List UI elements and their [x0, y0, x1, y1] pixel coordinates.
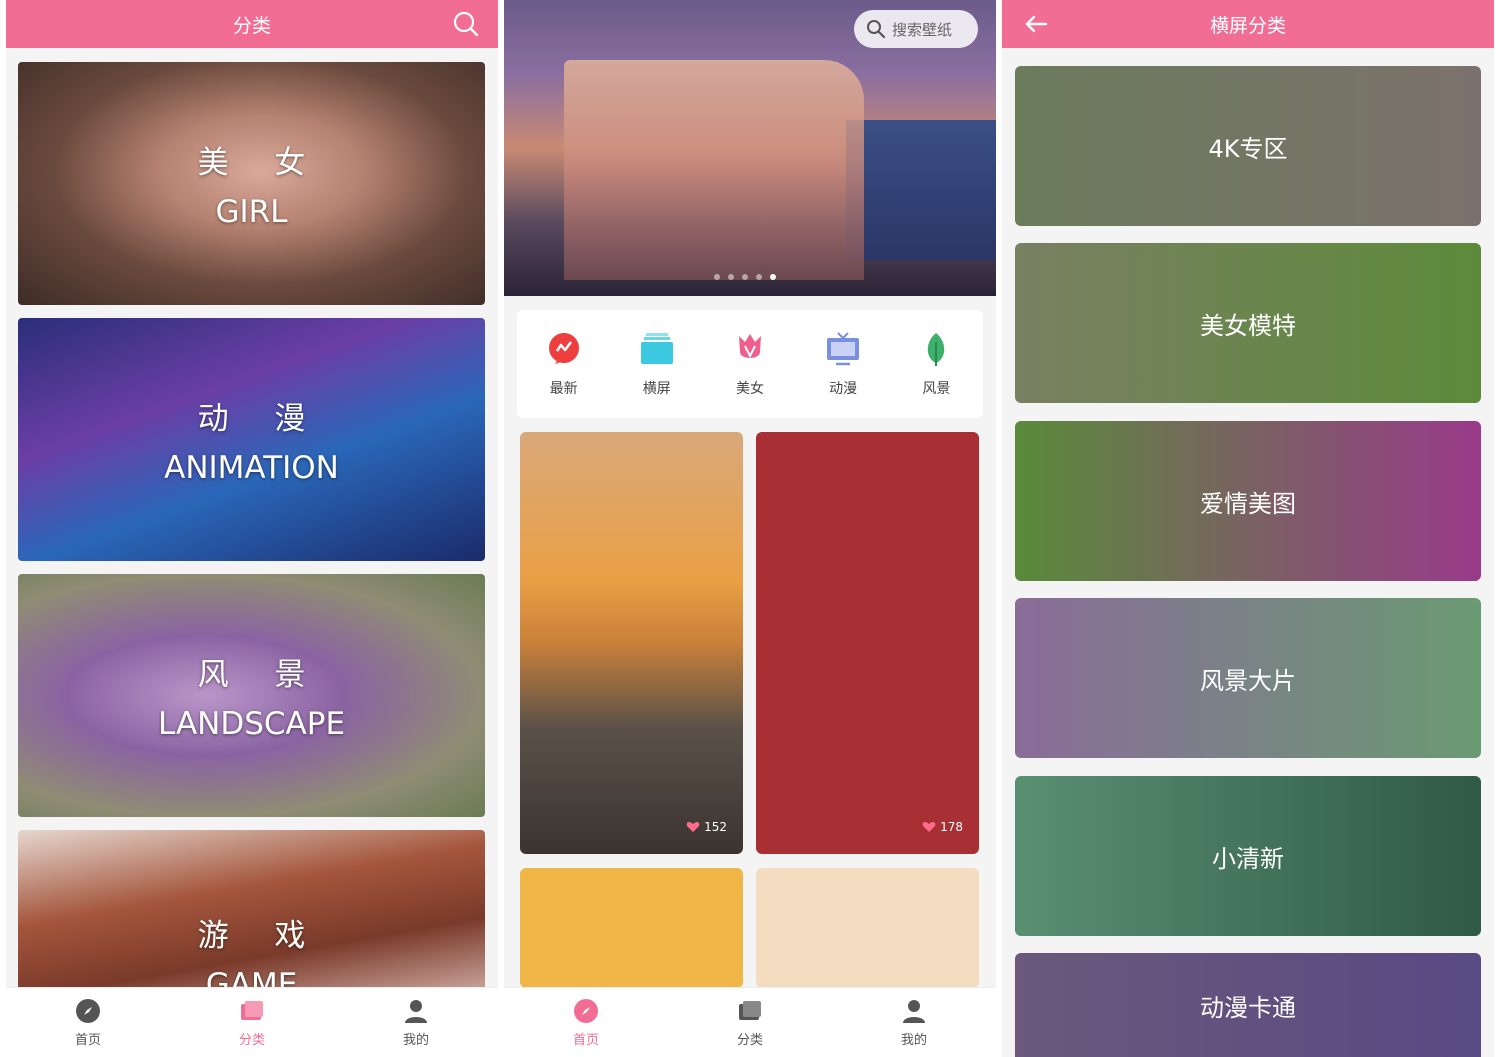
wallpaper-tile-yellow[interactable] [520, 868, 743, 988]
category-cn-label: 美 女 [197, 145, 324, 181]
landscape-category-card[interactable]: 风景大片 [1015, 598, 1481, 758]
search-icon[interactable] [452, 10, 480, 38]
top-bar: 分类 [6, 0, 498, 48]
category-label: 美女模特 [1200, 311, 1296, 340]
wallpaper-tile-newyear[interactable]: 178 [756, 432, 979, 854]
search-label: 搜索壁纸 [892, 20, 953, 39]
category-en-label: ANIMATION [164, 450, 339, 486]
nav-home[interactable]: 首页 [546, 997, 626, 1048]
carousel-dot[interactable] [728, 274, 734, 280]
category-cn-label: 动 漫 [197, 401, 324, 437]
user-icon [903, 1000, 925, 1023]
tv-icon [827, 332, 860, 366]
category-cn-label: 风 景 [197, 657, 324, 693]
bottom-nav: 首页 分类 我的 [504, 987, 996, 1057]
page-title: 分类 [232, 14, 271, 37]
quick-category-bar: 最新 横屏 美女 动漫 风景 [517, 310, 983, 418]
nav-home[interactable]: 首页 [48, 997, 128, 1048]
nav-label: 首页 [74, 1033, 101, 1048]
nav-label: 首页 [572, 1033, 599, 1048]
compass-icon [76, 999, 100, 1023]
like-number: 178 [940, 820, 963, 834]
home-screen: 搜索壁纸 最新 横屏 美女 动漫 风景 152 178 首页 分类 我的 [504, 0, 996, 1057]
category-label: 爱情美图 [1200, 489, 1296, 518]
search-icon [867, 20, 886, 39]
landscape-category-card[interactable]: 4K专区 [1015, 66, 1481, 226]
nav-mine[interactable]: 我的 [874, 997, 954, 1048]
quick-label: 动漫 [829, 381, 858, 397]
quick-item-scenery[interactable]: 风景 [896, 330, 976, 398]
wallpaper-tile-sunset[interactable]: 152 [520, 432, 743, 854]
category-label: 风景大片 [1200, 666, 1296, 695]
category-icon [739, 1001, 761, 1020]
category-icon [241, 1001, 263, 1020]
heart-icon [922, 822, 936, 832]
quick-item-anime[interactable]: 动漫 [803, 330, 883, 398]
banner-carousel[interactable]: 搜索壁纸 [504, 0, 996, 296]
like-count: 152 [686, 820, 727, 834]
nav-mine[interactable]: 我的 [376, 997, 456, 1048]
category-screen: 分类 美 女 GIRL 动 漫 ANIMATION 风 景 LANDSCAPE … [6, 0, 498, 1057]
category-cn-label: 游 戏 [197, 918, 324, 954]
category-card-girl[interactable]: 美 女 GIRL [18, 62, 485, 305]
category-en-label: LANDSCAPE [157, 706, 346, 742]
category-en-label: GIRL [215, 194, 288, 230]
like-number: 152 [704, 820, 727, 834]
banner-town [564, 60, 864, 280]
leaf-icon [928, 333, 945, 366]
landscape-category-screen: 横屏分类 4K专区 美女模特 爱情美图 风景大片 小清新 动漫卡通 [1002, 0, 1494, 1057]
quick-label: 最新 [549, 381, 578, 397]
quick-label: 美女 [735, 381, 764, 397]
category-card-landscape[interactable]: 风 景 LANDSCAPE [18, 574, 485, 817]
wallpaper-tile-fruit[interactable] [756, 868, 979, 988]
like-count: 178 [922, 820, 963, 834]
search-button[interactable]: 搜索壁纸 [854, 10, 978, 48]
nav-category[interactable]: 分类 [710, 997, 790, 1048]
quick-label: 风景 [922, 381, 951, 397]
category-label: 4K专区 [1208, 134, 1288, 163]
carousel-dot[interactable] [742, 274, 748, 280]
carousel-dot[interactable] [714, 274, 720, 280]
tulip-icon [738, 334, 761, 359]
new-icon [548, 333, 579, 364]
quick-item-girl[interactable]: 美女 [710, 330, 790, 398]
landscape-category-card[interactable]: 美女模特 [1015, 243, 1481, 403]
nav-label: 我的 [900, 1033, 927, 1048]
nav-label: 我的 [402, 1033, 429, 1048]
category-label: 动漫卡通 [1200, 994, 1296, 1022]
nav-category[interactable]: 分类 [212, 997, 292, 1048]
carousel-dot[interactable] [756, 274, 762, 280]
banner-sea [846, 120, 996, 260]
carousel-dots [714, 274, 776, 280]
landscape-category-card[interactable]: 动漫卡通 [1015, 953, 1481, 1057]
compass-icon [574, 999, 598, 1023]
category-card-animation[interactable]: 动 漫 ANIMATION [18, 318, 485, 561]
page-title: 横屏分类 [1209, 14, 1286, 37]
landscape-category-card[interactable]: 小清新 [1015, 776, 1481, 936]
quick-label: 横屏 [642, 381, 671, 397]
quick-item-latest[interactable]: 最新 [524, 330, 604, 398]
back-arrow-icon[interactable] [1022, 10, 1050, 38]
nav-label: 分类 [238, 1033, 265, 1048]
landscape-icon [640, 333, 673, 364]
bottom-nav: 首页 分类 我的 [6, 987, 498, 1057]
heart-icon [686, 822, 700, 832]
category-card-game[interactable]: 游 戏 GAME [18, 830, 485, 990]
quick-item-landscape[interactable]: 横屏 [617, 330, 697, 398]
landscape-category-card[interactable]: 爱情美图 [1015, 421, 1481, 581]
top-bar: 横屏分类 [1002, 0, 1494, 48]
carousel-dot-active[interactable] [770, 274, 776, 280]
user-icon [405, 1000, 427, 1023]
category-label: 小清新 [1212, 844, 1284, 873]
nav-label: 分类 [736, 1033, 763, 1048]
